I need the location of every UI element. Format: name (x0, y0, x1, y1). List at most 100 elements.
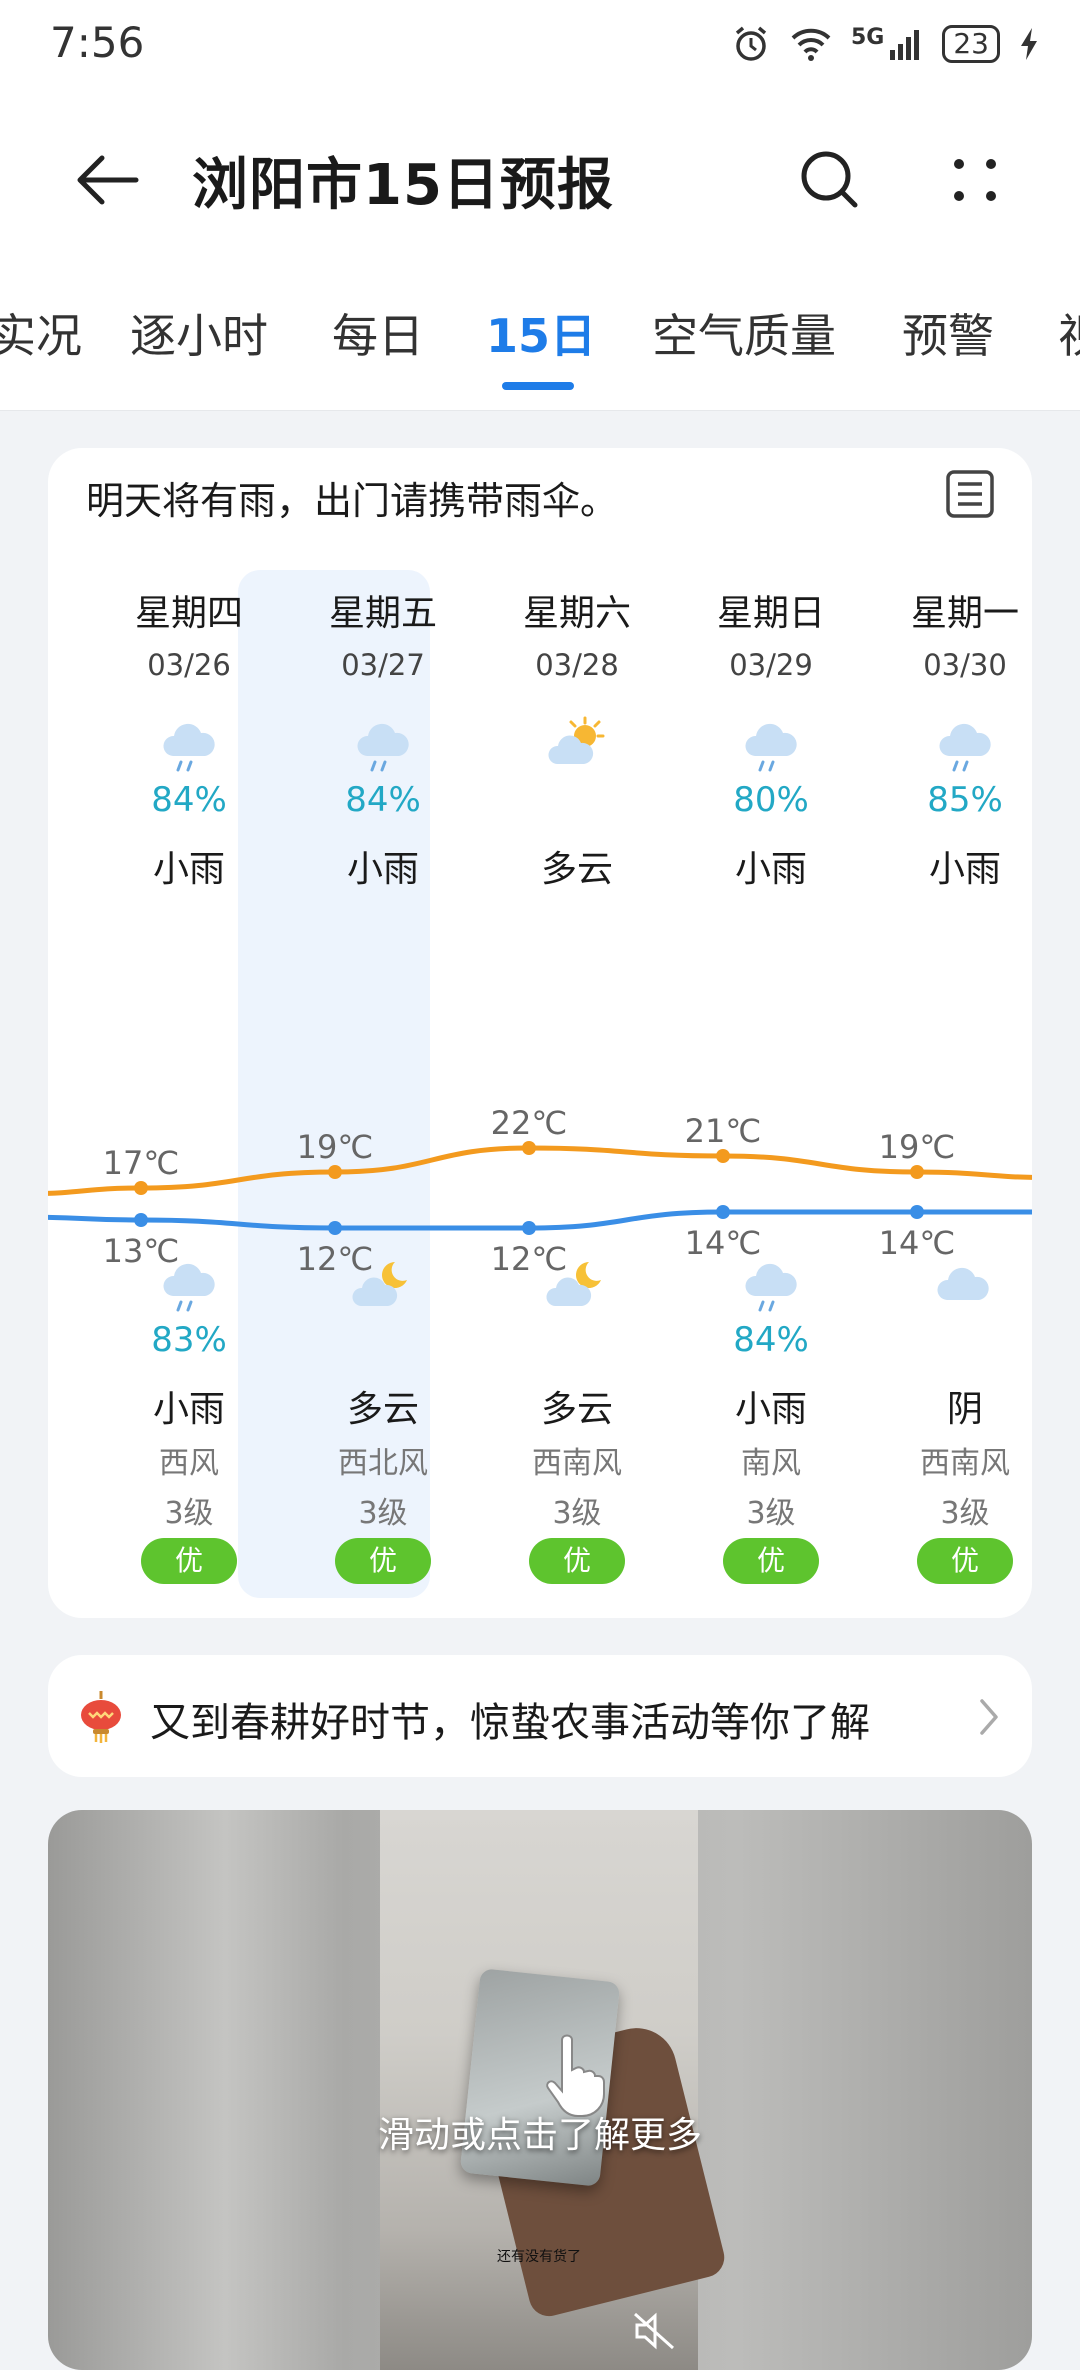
ad-overlay-text: 滑动或点击了解更多 (377, 2115, 702, 2156)
arrow-left-icon (77, 155, 139, 205)
lantern-icon (81, 1691, 121, 1743)
day-condition: 多云 (540, 849, 613, 890)
wifi-icon (791, 28, 831, 61)
low-temp-point (328, 1221, 342, 1235)
search-icon (801, 151, 858, 208)
low-temp-label: 12℃ (297, 1240, 374, 1278)
wind-level: 3级 (358, 1496, 408, 1531)
chevron-right-icon (980, 1699, 998, 1735)
low-temp-point (522, 1221, 536, 1235)
day-weather-icon (480, 714, 674, 778)
status-time: 7:56 (50, 18, 145, 67)
page-title: 浏阳市15日预报 (192, 153, 614, 218)
day-precipitation: 84% (345, 780, 421, 820)
wind-level: 3级 (746, 1496, 796, 1531)
date: 03/29 (729, 648, 813, 682)
weekday: 星期日 (716, 593, 825, 634)
tab-warning[interactable]: 预警 (902, 300, 994, 366)
high-temp-label: 22℃ (491, 1104, 568, 1142)
night-condition: 阴 (946, 1389, 983, 1430)
night-condition: 多云 (346, 1389, 419, 1430)
ad-video-frame: 还有没有货了 (380, 1810, 729, 2370)
aqi-badge: 优 (286, 1538, 480, 1584)
rain-cloud-icon (939, 723, 991, 772)
back-button[interactable] (70, 140, 150, 220)
aqi-badge: 优 (92, 1538, 286, 1584)
high-temp-point (134, 1181, 148, 1195)
aqi-label: 优 (529, 1538, 625, 1584)
tab-15-day[interactable]: 15日 (486, 300, 596, 366)
rain-cloud-icon (163, 723, 215, 772)
high-temp-label: 19℃ (297, 1128, 374, 1166)
night-condition: 小雨 (152, 1389, 225, 1430)
night-condition: 小雨 (734, 1389, 807, 1430)
aqi-label: 优 (335, 1538, 431, 1584)
aqi-label: 优 (917, 1538, 1013, 1584)
aqi-badge: 优 (674, 1538, 868, 1584)
network-type: 5G (850, 24, 885, 50)
date: 03/27 (341, 648, 425, 682)
wind-direction: 西北风 (338, 1446, 428, 1481)
day-column[interactable]: 星期一 03/30 85% 小雨 阴 西南风 3级 优 (868, 448, 1032, 1618)
date: 03/28 (535, 648, 619, 682)
tab-observation[interactable]: 实况 (0, 300, 82, 366)
wind-direction: 西风 (159, 1446, 219, 1481)
day-column[interactable]: 星期日 03/29 80% 小雨 84% 小雨 南风 3级 优 (674, 448, 868, 1618)
aqi-label: 优 (723, 1538, 819, 1584)
aqi-badge: 优 (480, 1538, 674, 1584)
high-temp-label: 19℃ (879, 1128, 956, 1166)
rain-cloud-icon (357, 723, 409, 772)
rain-cloud-icon (745, 723, 797, 772)
low-temp-point (910, 1205, 924, 1219)
aqi-badge: 优 (868, 1538, 1032, 1584)
day-condition: 小雨 (152, 849, 225, 890)
tab-air-quality[interactable]: 空气质量 (652, 300, 836, 366)
wind-direction: 西南风 (920, 1446, 1010, 1481)
day-condition: 小雨 (928, 849, 1001, 890)
night-condition: 多云 (540, 1389, 613, 1430)
low-temp-label: 14℃ (879, 1224, 956, 1262)
high-temp-point (328, 1165, 342, 1179)
forecast-card: 明天将有雨，出门请携带雨伞。 星期四 03/26 84% 小雨 83% 小雨 西… (48, 448, 1032, 1618)
date: 03/26 (147, 648, 231, 682)
day-precipitation: 85% (927, 780, 1003, 820)
mute-icon[interactable] (631, 2310, 677, 2352)
charging-icon (1021, 28, 1037, 60)
day-weather-icon (92, 714, 286, 778)
day-column[interactable]: 星期五 03/27 84% 小雨 多云 西北风 3级 优 (286, 448, 480, 1618)
battery-indicator: 23 (942, 25, 1000, 63)
wind-level: 3级 (552, 1496, 602, 1531)
temperature-chart: 17℃ 19℃ 22℃ 21℃ 19℃ 13℃ 12℃ 12℃ 14℃ 14℃ (48, 1104, 1032, 1278)
wind-level: 3级 (940, 1496, 990, 1531)
search-button[interactable] (790, 140, 870, 220)
ad-caption: 还有没有货了 (497, 2249, 581, 2265)
tab-daily[interactable]: 每日 (332, 300, 424, 366)
top-bar: 浏阳市15日预报 (0, 90, 1080, 260)
ad-video[interactable]: 还有没有货了 滑动或点击了解更多 (48, 1810, 1032, 2370)
promo-text: 又到春耕好时节，惊蛰农事活动等你了解 (150, 1700, 870, 1746)
promo-banner[interactable]: 又到春耕好时节，惊蛰农事活动等你了解 (48, 1655, 1032, 1777)
high-temp-label: 21℃ (685, 1112, 762, 1150)
wind-direction: 西南风 (532, 1446, 622, 1481)
day-precipitation: 80% (733, 780, 809, 820)
wind-direction: 南风 (741, 1446, 801, 1481)
tab-video[interactable]: 视 (1058, 300, 1080, 366)
day-column[interactable]: 星期四 03/26 84% 小雨 83% 小雨 西风 3级 优 (92, 448, 286, 1618)
day-column[interactable]: 星期六 03/28 多云 多云 西南风 3级 优 (480, 448, 674, 1618)
day-weather-icon (286, 714, 480, 778)
tab-hourly[interactable]: 逐小时 (130, 300, 268, 366)
weekday: 星期五 (328, 593, 437, 634)
day-condition: 小雨 (734, 849, 807, 890)
low-temp-point (134, 1213, 148, 1227)
more-options-button[interactable] (935, 140, 1015, 220)
weekday: 星期四 (134, 593, 243, 634)
low-temp-point (716, 1205, 730, 1219)
date: 03/30 (923, 648, 1007, 682)
low-temp-label: 12℃ (491, 1240, 568, 1278)
low-temp-label: 13℃ (103, 1232, 180, 1270)
status-bar: 7:56 5G 23 (0, 0, 1080, 90)
high-temp-point (716, 1149, 730, 1163)
status-icons: 5G 23 (731, 20, 1040, 68)
alarm-icon (735, 26, 767, 61)
more-dots-icon (954, 159, 996, 201)
